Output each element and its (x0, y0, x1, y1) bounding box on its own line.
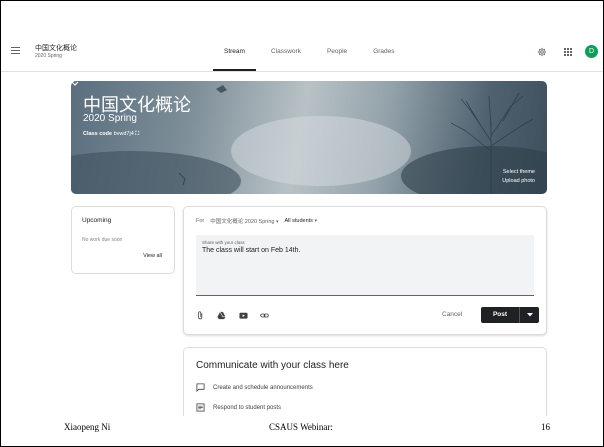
caret-down-icon: ▾ (314, 218, 317, 224)
tab-stream[interactable]: Stream (211, 33, 258, 71)
tab-people[interactable]: People (314, 33, 360, 71)
announcement-icon (196, 383, 205, 392)
top-app-bar: 中国文化概论 2020 Spring Stream Classwork Peop… (1, 33, 603, 72)
footer-page-number: 16 (541, 422, 550, 432)
view-all-link[interactable]: View all (143, 253, 162, 259)
google-drive-icon[interactable] (217, 311, 226, 320)
class-select[interactable]: 中国文化概论 2020 Spring ▾ (210, 217, 278, 225)
slide-footer: Xiaopeng Ni CSAUS Webinar: 16 (1, 416, 603, 446)
upcoming-empty-text: No work due soon (82, 237, 123, 243)
select-theme-link[interactable]: Select theme (503, 169, 535, 175)
footer-author: Xiaopeng Ni (64, 422, 111, 432)
upload-photo-link[interactable]: Upload photo (502, 178, 535, 184)
apps-grid-icon[interactable] (564, 48, 572, 56)
post-reply-icon (196, 403, 205, 412)
footer-event: CSAUS Webinar: (269, 422, 333, 432)
upcoming-card: Upcoming No work due soon View all (71, 206, 175, 274)
youtube-icon[interactable] (239, 311, 248, 320)
tab-grades[interactable]: Grades (360, 33, 407, 71)
banner-subtitle: 2020 Spring (83, 113, 137, 124)
announcement-field-label: Share with your class (202, 240, 245, 245)
communicate-title: Communicate with your class here (196, 360, 349, 371)
class-code: Class code bvwd7j4 ⛶ (83, 131, 139, 138)
post-split-button: Post (481, 307, 539, 323)
avatar[interactable]: D (585, 45, 598, 58)
audience-select[interactable]: All students ▾ (285, 218, 317, 224)
announcement-text[interactable]: The class will start on Feb 14th. (202, 247, 300, 254)
communicate-card: Communicate with your class here Create … (183, 347, 547, 418)
slide-frame: 中国文化概论 2020 Spring Stream Classwork Peop… (0, 0, 604, 447)
class-term: 2020 Spring (35, 53, 62, 59)
caret-down-icon: ▾ (275, 219, 279, 225)
menu-icon[interactable] (11, 47, 20, 54)
fullscreen-icon[interactable]: ⛶ (135, 131, 139, 137)
audience-row: For 中国文化概论 2020 Spring ▾ All students ▾ (196, 217, 317, 225)
class-code-value: bvwd7j4 (113, 131, 134, 137)
list-item-label: Create and schedule announcements (213, 384, 313, 391)
class-banner: 中国文化概论 2020 Spring Class code bvwd7j4 ⛶ … (71, 81, 547, 194)
post-options-button[interactable] (520, 307, 539, 323)
gear-icon[interactable] (537, 47, 547, 57)
list-item-label: Respond to student posts (213, 404, 282, 411)
list-item: Create and schedule announcements (196, 383, 313, 392)
class-code-label: Class code (83, 131, 113, 137)
list-item: Respond to student posts (196, 403, 281, 412)
tab-classwork[interactable]: Classwork (258, 33, 314, 71)
link-icon[interactable] (260, 311, 269, 320)
announcement-input[interactable]: Share with your class The class will sta… (196, 235, 534, 296)
chevron-down-icon[interactable] (71, 81, 79, 87)
tab-bar: Stream Classwork People Grades (211, 33, 408, 71)
upcoming-title: Upcoming (82, 217, 112, 224)
caret-down-icon (526, 313, 533, 317)
announcement-composer: For 中国文化概论 2020 Spring ▾ All students ▾ … (183, 206, 547, 335)
cancel-button[interactable]: Cancel (442, 311, 462, 318)
for-label: For (196, 218, 205, 224)
class-name[interactable]: 中国文化概论 (35, 43, 77, 53)
attachment-icon[interactable] (196, 311, 205, 320)
post-button[interactable]: Post (481, 307, 520, 323)
